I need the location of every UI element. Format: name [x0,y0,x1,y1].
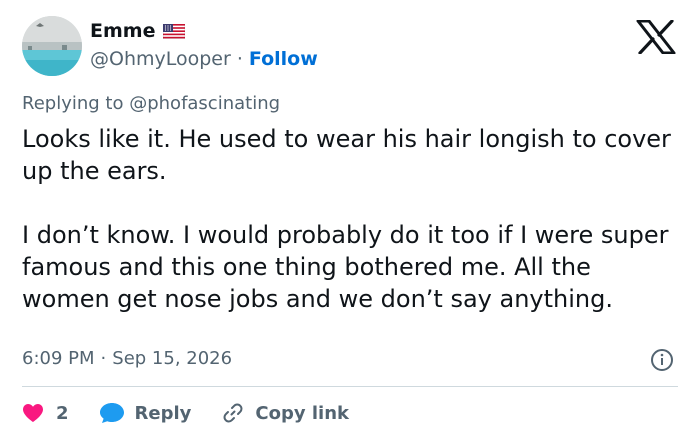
avatar-image [22,16,82,76]
like-count: 2 [56,402,69,424]
post-time: 6:09 PM [22,348,95,369]
us-flag-icon [163,23,186,39]
replying-to-mention[interactable]: @phofascinating [129,93,280,114]
reply-button[interactable]: Reply [99,402,192,424]
post-paragraph: Looks like it. He used to wear his hair … [22,125,671,185]
x-logo-icon[interactable] [636,20,676,54]
action-bar: 2 Reply Copy link [22,398,379,428]
post-date: Sep 15, 2026 [112,348,233,369]
post-paragraph: I don’t know. I would probably do it too… [22,221,669,313]
meta-separator: · [100,348,107,369]
divider [22,386,678,387]
post-text: Looks like it. He used to wear his hair … [22,123,672,315]
replying-to: Replying to @phofascinating [22,93,280,114]
reply-label: Reply [134,402,192,424]
link-icon [223,403,243,423]
copy-link-label: Copy link [255,402,349,424]
display-name[interactable]: Emme [90,20,155,42]
handle-row: @OhmyLooper · Follow [90,48,318,70]
follow-button[interactable]: Follow [249,48,318,70]
info-icon[interactable] [650,348,674,372]
handle[interactable]: @OhmyLooper [90,48,231,70]
heart-icon [23,404,43,422]
post-timestamp[interactable]: 6:09 PM · Sep 15, 2026 [22,348,232,369]
author-name-row: Emme [90,20,186,42]
copy-link-button[interactable]: Copy link [221,401,349,425]
replying-to-prefix: Replying to [22,93,124,114]
like-button[interactable]: 2 [22,403,69,424]
avatar[interactable] [22,16,82,76]
tweet-card: Emme @OhmyLooper · Follow Replying to @p… [0,0,700,440]
handle-separator: · [236,48,243,70]
reply-bubble-icon [99,403,124,423]
